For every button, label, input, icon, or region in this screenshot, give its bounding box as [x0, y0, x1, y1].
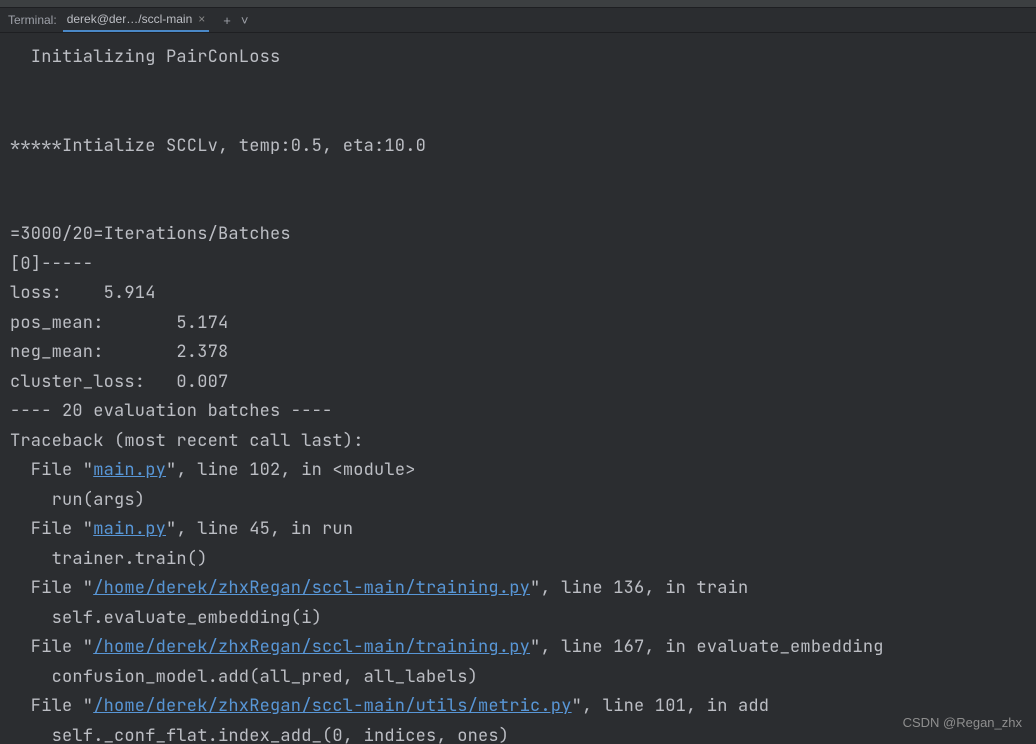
traceback-frame: File "main.py", line 102, in <module>: [10, 459, 416, 481]
traceback-frame: File "/home/derek/zhxRegan/sccl-main/uti…: [10, 695, 769, 717]
output-line: pos_mean: 5.174: [10, 312, 228, 334]
close-icon[interactable]: ×: [198, 12, 205, 26]
file-link[interactable]: /home/derek/zhxRegan/sccl-main/utils/met…: [93, 695, 571, 717]
traceback-code: confusion_model.add(all_pred, all_labels…: [10, 666, 478, 688]
terminal-tabbar: Terminal: derek@der…/sccl-main × + ˅: [0, 8, 1036, 33]
output-line: =3000/20=Iterations/Batches: [10, 223, 291, 245]
terminal-dropdown-icon[interactable]: ˅: [241, 13, 249, 28]
output-line: cluster_loss: 0.007: [10, 371, 228, 393]
traceback-code: self._conf_flat.index_add_(0, indices, o…: [10, 725, 509, 744]
window-top-strip: [0, 0, 1036, 8]
output-line: [0]-----: [10, 253, 93, 275]
output-line: neg_mean: 2.378: [10, 341, 228, 363]
traceback-frame: File "/home/derek/zhxRegan/sccl-main/tra…: [10, 577, 748, 599]
traceback-code: self.evaluate_embedding(i): [10, 607, 322, 629]
traceback-code: run(args): [10, 489, 145, 511]
file-link[interactable]: main.py: [93, 518, 166, 540]
output-line: loss: 5.914: [10, 282, 156, 304]
traceback-header: Traceback (most recent call last):: [10, 430, 364, 452]
file-link[interactable]: /home/derek/zhxRegan/sccl-main/training.…: [93, 577, 530, 599]
traceback-code: trainer.train(): [10, 548, 208, 570]
terminal-tab-title: derek@der…/sccl-main: [67, 12, 193, 26]
file-link[interactable]: /home/derek/zhxRegan/sccl-main/training.…: [93, 636, 530, 658]
output-line: ---- 20 evaluation batches ----: [10, 400, 332, 422]
terminal-tab-active[interactable]: derek@der…/sccl-main ×: [63, 8, 210, 32]
traceback-frame: File "main.py", line 45, in run: [10, 518, 353, 540]
output-line: Initializing PairConLoss: [10, 46, 280, 68]
new-terminal-icon[interactable]: +: [223, 13, 231, 28]
watermark: CSDN @Regan_zhx: [903, 715, 1022, 730]
output-line: *****Intialize SCCLv, temp:0.5, eta:10.0: [10, 135, 426, 157]
file-link[interactable]: main.py: [93, 459, 166, 481]
terminal-label: Terminal:: [8, 13, 57, 27]
terminal-output[interactable]: Initializing PairConLoss *****Intialize …: [0, 33, 1036, 744]
traceback-frame: File "/home/derek/zhxRegan/sccl-main/tra…: [10, 636, 884, 658]
